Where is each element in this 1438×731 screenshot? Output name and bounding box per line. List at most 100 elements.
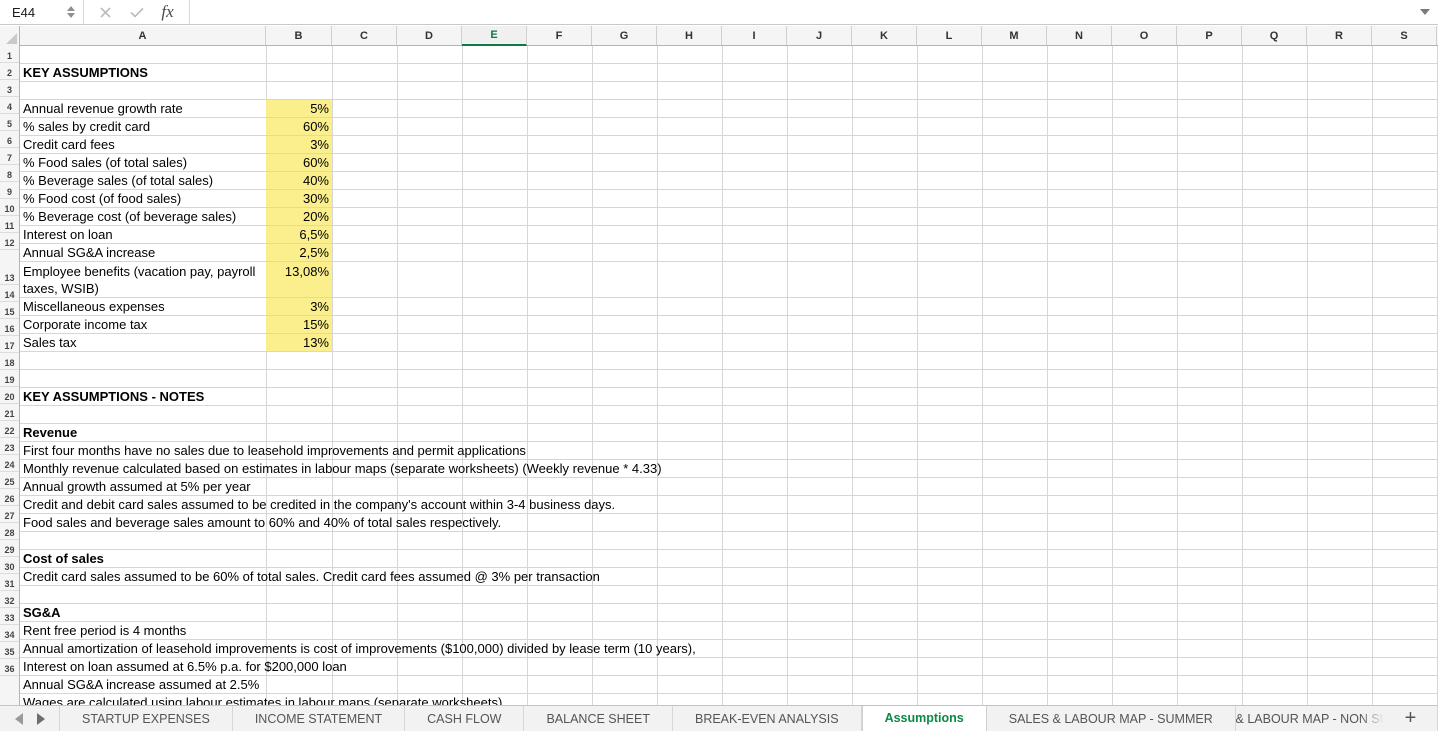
column-header-i[interactable]: I	[722, 26, 787, 45]
cell-b12[interactable]: 2,5%	[266, 244, 332, 261]
column-header-f[interactable]: F	[527, 26, 592, 45]
cell-a32[interactable]: Rent free period is 4 months	[20, 622, 189, 639]
row-header-12[interactable]: 12	[0, 233, 19, 250]
cell-a9[interactable]: % Food cost (of food sales)	[20, 190, 184, 207]
row-header-14[interactable]: 14	[0, 285, 19, 302]
column-header-g[interactable]: G	[592, 26, 657, 45]
row-header-27[interactable]: 27	[0, 506, 19, 523]
name-box-spinner[interactable]	[63, 0, 79, 24]
cell-a16[interactable]: Sales tax	[20, 334, 79, 351]
row-header-8[interactable]: 8	[0, 165, 19, 182]
cell-a35[interactable]: Annual SG&A increase assumed at 2.5%	[20, 676, 262, 693]
cell-a8[interactable]: % Beverage sales (of total sales)	[20, 172, 216, 189]
row-header-17[interactable]: 17	[0, 336, 19, 353]
row-header-1[interactable]: 1	[0, 46, 19, 63]
row-header-20[interactable]: 20	[0, 387, 19, 404]
column-header-a[interactable]: A	[20, 26, 266, 45]
row-header-3[interactable]: 3	[0, 80, 19, 97]
row-header-13[interactable]: 13	[0, 250, 19, 285]
column-header-n[interactable]: N	[1047, 26, 1112, 45]
column-header-s[interactable]: S	[1372, 26, 1437, 45]
column-header-h[interactable]: H	[657, 26, 722, 45]
row-header-25[interactable]: 25	[0, 472, 19, 489]
cell-a13[interactable]: Employee benefits (vacation pay, payroll…	[20, 262, 266, 297]
sheet-tab-sales-labour-map-non-summer[interactable]: SALES & LABOUR MAP - NON SUMMER	[1235, 706, 1384, 731]
row-header-36[interactable]: 36	[0, 659, 19, 676]
sheet-tab-income-statement[interactable]: INCOME STATEMENT	[232, 706, 406, 731]
cell-a19[interactable]: KEY ASSUMPTIONS - NOTES	[20, 388, 207, 405]
cell-a23[interactable]: Monthly revenue calculated based on esti…	[20, 460, 665, 477]
column-header-l[interactable]: L	[917, 26, 982, 45]
row-header-28[interactable]: 28	[0, 523, 19, 540]
spinner-up-icon[interactable]	[67, 6, 75, 11]
cell-a12[interactable]: Annual SG&A increase	[20, 244, 158, 261]
cell-a22[interactable]: First four months have no sales due to l…	[20, 442, 529, 459]
cell-a5[interactable]: % sales by credit card	[20, 118, 153, 135]
column-header-b[interactable]: B	[266, 26, 332, 45]
cell-b13[interactable]: 13,08%	[266, 262, 332, 297]
cell-a7[interactable]: % Food sales (of total sales)	[20, 154, 190, 171]
column-header-d[interactable]: D	[397, 26, 462, 45]
column-header-q[interactable]: Q	[1242, 26, 1307, 45]
column-header-j[interactable]: J	[787, 26, 852, 45]
cell-a25[interactable]: Credit and debit card sales assumed to b…	[20, 496, 618, 513]
row-header-29[interactable]: 29	[0, 540, 19, 557]
row-header-15[interactable]: 15	[0, 302, 19, 319]
cell-a14[interactable]: Miscellaneous expenses	[20, 298, 168, 315]
row-header-30[interactable]: 30	[0, 557, 19, 574]
row-header-19[interactable]: 19	[0, 370, 19, 387]
cell-b15[interactable]: 15%	[266, 316, 332, 333]
cell-b5[interactable]: 60%	[266, 118, 332, 135]
cell-a29[interactable]: Credit card sales assumed to be 60% of t…	[20, 568, 603, 585]
cell-a2[interactable]: KEY ASSUMPTIONS	[20, 64, 151, 81]
row-header-9[interactable]: 9	[0, 182, 19, 199]
cell-b8[interactable]: 40%	[266, 172, 332, 189]
cell-b7[interactable]: 60%	[266, 154, 332, 171]
column-header-o[interactable]: O	[1112, 26, 1177, 45]
cell-a15[interactable]: Corporate income tax	[20, 316, 150, 333]
select-all-corner[interactable]	[0, 26, 20, 46]
cell-a34[interactable]: Interest on loan assumed at 6.5% p.a. fo…	[20, 658, 350, 675]
row-header-7[interactable]: 7	[0, 148, 19, 165]
row-header-35[interactable]: 35	[0, 642, 19, 659]
sheet-tab-startup-expenses[interactable]: STARTUP EXPENSES	[60, 706, 233, 731]
name-box[interactable]: E44	[0, 0, 84, 24]
row-header-21[interactable]: 21	[0, 404, 19, 421]
column-header-c[interactable]: C	[332, 26, 397, 45]
row-header-31[interactable]: 31	[0, 574, 19, 591]
row-header-11[interactable]: 11	[0, 216, 19, 233]
cell-canvas[interactable]: KEY ASSUMPTIONS 5% Annual revenue growth r…	[20, 46, 1438, 705]
cell-b4[interactable]: 5%	[266, 100, 332, 117]
column-header-p[interactable]: P	[1177, 26, 1242, 45]
cell-a4[interactable]: Annual revenue growth rate	[20, 100, 186, 117]
check-icon[interactable]	[121, 0, 152, 24]
cell-a26[interactable]: Food sales and beverage sales amount to …	[20, 514, 504, 531]
cell-b14[interactable]: 3%	[266, 298, 332, 315]
cell-a36[interactable]: Wages are calculated using labour estima…	[20, 694, 505, 705]
row-header-10[interactable]: 10	[0, 199, 19, 216]
column-header-e[interactable]: E	[462, 26, 527, 46]
row-header-22[interactable]: 22	[0, 421, 19, 438]
spinner-down-icon[interactable]	[67, 13, 75, 18]
arrow-right-icon[interactable]	[36, 712, 45, 725]
cell-b10[interactable]: 20%	[266, 208, 332, 225]
cell-b11[interactable]: 6,5%	[266, 226, 332, 243]
row-header-6[interactable]: 6	[0, 131, 19, 148]
cell-a24[interactable]: Annual growth assumed at 5% per year	[20, 478, 254, 495]
cell-a31[interactable]: SG&A	[20, 604, 64, 621]
row-header-16[interactable]: 16	[0, 319, 19, 336]
sheet-tab-sales-labour-map-summer[interactable]: SALES & LABOUR MAP - SUMMER	[986, 706, 1236, 731]
sheet-tab-balance-sheet[interactable]: BALANCE SHEET	[524, 706, 673, 731]
row-header-24[interactable]: 24	[0, 455, 19, 472]
column-header-k[interactable]: K	[852, 26, 917, 45]
column-header-m[interactable]: M	[982, 26, 1047, 45]
sheet-tab-cash-flow[interactable]: CASH FLOW	[405, 706, 525, 731]
row-header-34[interactable]: 34	[0, 625, 19, 642]
function-icon[interactable]: fx	[152, 0, 183, 24]
row-header-26[interactable]: 26	[0, 489, 19, 506]
cancel-icon[interactable]	[90, 0, 121, 24]
formula-input[interactable]	[190, 0, 1412, 24]
cell-a28[interactable]: Cost of sales	[20, 550, 107, 567]
cell-a21[interactable]: Revenue	[20, 424, 80, 441]
row-header-33[interactable]: 33	[0, 608, 19, 625]
